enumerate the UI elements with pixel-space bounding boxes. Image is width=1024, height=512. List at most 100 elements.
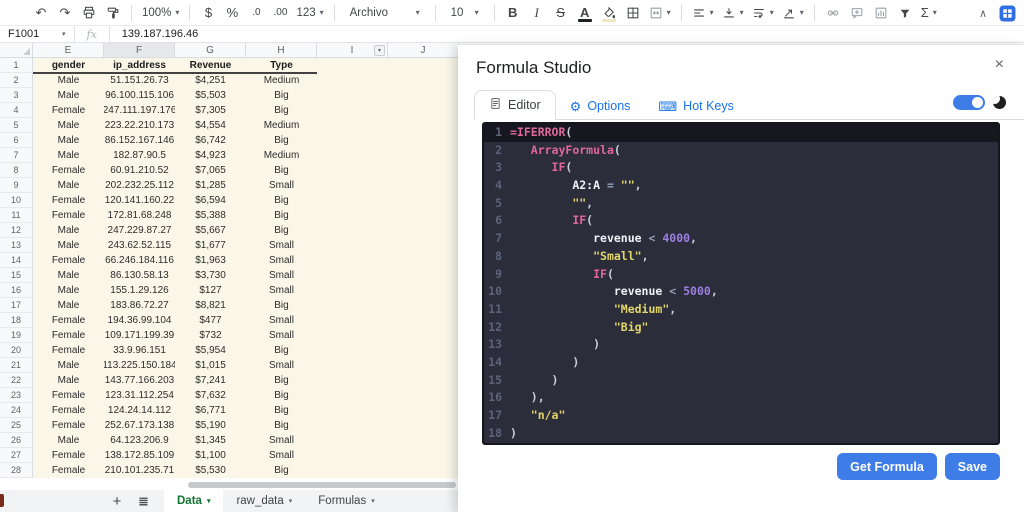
sheet-tab-formulas[interactable]: Formulas ▾ — [305, 490, 387, 512]
cell[interactable]: $5,954 — [175, 343, 246, 358]
cell[interactable]: 124.24.14.112 — [104, 403, 175, 418]
row-header-8[interactable]: 8 — [0, 163, 33, 178]
cell[interactable]: Big — [246, 208, 317, 223]
sheet-tab-data[interactable]: Data ▾ — [164, 490, 224, 512]
insert-link-button[interactable] — [822, 3, 844, 23]
cell[interactable]: $8,821 — [175, 298, 246, 313]
cell[interactable]: Male — [33, 283, 104, 298]
cell[interactable]: $4,251 — [175, 73, 246, 88]
code-editor[interactable]: 1 =IFERROR(2 ArrayFormula(3 IF(4 A2:A = "… — [482, 122, 1000, 445]
cell[interactable]: Female — [33, 253, 104, 268]
cell[interactable]: 243.62.52.115 — [104, 238, 175, 253]
cell[interactable]: 202.232.25.112 — [104, 178, 175, 193]
name-box-caret-icon[interactable]: ▾ — [62, 30, 66, 38]
cell[interactable]: Small — [246, 253, 317, 268]
sheet-tab-raw_data[interactable]: raw_data ▾ — [223, 490, 305, 512]
cell[interactable]: 182.87.90.5 — [104, 148, 175, 163]
cell[interactable]: 51.151.26.73 — [104, 73, 175, 88]
print-button[interactable] — [78, 3, 100, 23]
cell[interactable]: Female — [33, 403, 104, 418]
all-sheets-menu-icon[interactable] — [130, 490, 156, 512]
cell[interactable]: gender — [33, 58, 104, 73]
cell[interactable]: $5,388 — [175, 208, 246, 223]
addon-app-icon[interactable] — [999, 5, 1016, 22]
cell[interactable]: 172.81.68.248 — [104, 208, 175, 223]
cell[interactable]: 247.111.197.176 — [104, 103, 175, 118]
cell[interactable]: $1,100 — [175, 448, 246, 463]
cell[interactable]: Male — [33, 358, 104, 373]
cell[interactable]: $7,241 — [175, 373, 246, 388]
redo-button[interactable]: ↷ — [54, 3, 76, 23]
moon-icon[interactable] — [993, 96, 1006, 109]
cell[interactable]: 64.123.206.9 — [104, 433, 175, 448]
cell[interactable]: $1,345 — [175, 433, 246, 448]
cell[interactable]: Male — [33, 268, 104, 283]
cell[interactable]: Male — [33, 133, 104, 148]
row-header-20[interactable]: 20 — [0, 343, 33, 358]
cell[interactable]: Big — [246, 88, 317, 103]
cell[interactable]: 210.101.235.71 — [104, 463, 175, 478]
cell[interactable]: Big — [246, 418, 317, 433]
cell[interactable]: Revenue — [175, 58, 246, 73]
cell[interactable]: Big — [246, 403, 317, 418]
borders-button[interactable] — [622, 3, 644, 23]
cell[interactable]: Medium — [246, 148, 317, 163]
cell[interactable]: 123.31.112.254 — [104, 388, 175, 403]
font-size-select[interactable]: 10 ▾ — [443, 3, 487, 23]
cell[interactable]: Male — [33, 148, 104, 163]
cell[interactable]: Small — [246, 433, 317, 448]
row-header-14[interactable]: 14 — [0, 253, 33, 268]
cell[interactable]: Female — [33, 163, 104, 178]
tab-options[interactable]: ⚙ Options — [556, 93, 645, 120]
save-button[interactable]: Save — [944, 453, 1000, 480]
cell[interactable]: Big — [246, 193, 317, 208]
row-header-10[interactable]: 10 — [0, 193, 33, 208]
cell[interactable]: Big — [246, 223, 317, 238]
cell[interactable]: Male — [33, 238, 104, 253]
cell[interactable]: Medium — [246, 118, 317, 133]
row-header-15[interactable]: 15 — [0, 268, 33, 283]
row-header-5[interactable]: 5 — [0, 118, 33, 133]
cell[interactable]: Female — [33, 388, 104, 403]
cell[interactable]: $3,730 — [175, 268, 246, 283]
cell[interactable]: Female — [33, 448, 104, 463]
column-header-E[interactable]: E — [33, 43, 104, 58]
add-sheet-button[interactable]: + — [104, 490, 130, 512]
cell[interactable]: 109.171.199.39 — [104, 328, 175, 343]
row-header-27[interactable]: 27 — [0, 448, 33, 463]
cell[interactable]: Big — [246, 298, 317, 313]
column-header-I[interactable]: I ▾ — [317, 43, 388, 58]
text-rotation-button[interactable]: ▾ — [779, 3, 807, 23]
cell[interactable]: $6,594 — [175, 193, 246, 208]
cell[interactable]: Big — [246, 388, 317, 403]
row-header-21[interactable]: 21 — [0, 358, 33, 373]
create-filter-button[interactable] — [894, 3, 916, 23]
row-header-19[interactable]: 19 — [0, 328, 33, 343]
get-formula-button[interactable]: Get Formula — [837, 453, 937, 480]
column-header-J[interactable]: J — [388, 43, 459, 58]
italic-button[interactable]: I — [526, 3, 548, 23]
cell[interactable]: Male — [33, 118, 104, 133]
cell[interactable]: 96.100.115.106 — [104, 88, 175, 103]
undo-button[interactable]: ↶ — [30, 3, 52, 23]
cell[interactable]: $1,677 — [175, 238, 246, 253]
font-select[interactable]: Archivo ▾ — [342, 3, 428, 23]
cell[interactable]: $6,771 — [175, 403, 246, 418]
row-header-25[interactable]: 25 — [0, 418, 33, 433]
cell[interactable]: Big — [246, 463, 317, 478]
strikethrough-button[interactable]: S — [550, 3, 572, 23]
cell[interactable]: $732 — [175, 328, 246, 343]
text-wrap-button[interactable]: ▾ — [749, 3, 777, 23]
cell[interactable]: $4,923 — [175, 148, 246, 163]
cell[interactable]: 120.141.160.22 — [104, 193, 175, 208]
cell[interactable]: 194.36.99.104 — [104, 313, 175, 328]
row-header-16[interactable]: 16 — [0, 283, 33, 298]
cell[interactable]: Small — [246, 238, 317, 253]
row-header-6[interactable]: 6 — [0, 133, 33, 148]
row-header-24[interactable]: 24 — [0, 403, 33, 418]
cell[interactable]: 33.9.96.151 — [104, 343, 175, 358]
row-header-3[interactable]: 3 — [0, 88, 33, 103]
cell[interactable]: 66.246.184.116 — [104, 253, 175, 268]
row-header-9[interactable]: 9 — [0, 178, 33, 193]
cell[interactable]: Small — [246, 358, 317, 373]
